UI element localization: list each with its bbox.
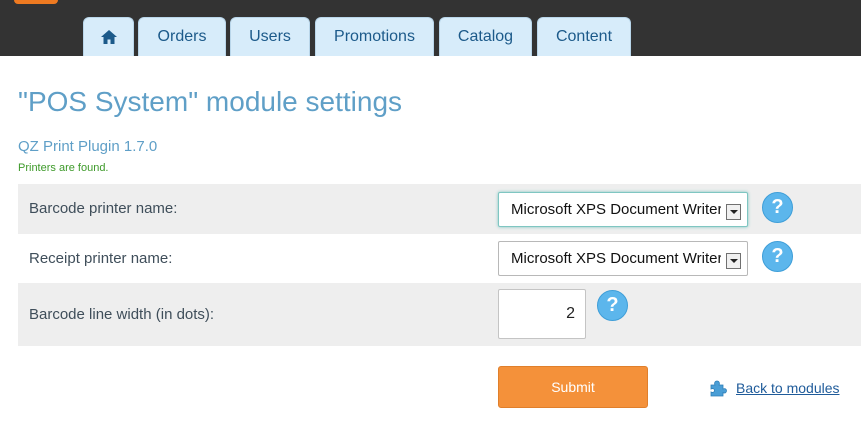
- receipt-printer-select[interactable]: Microsoft XPS Document Writer: [498, 241, 748, 276]
- back-link-label: Back to modules: [736, 380, 840, 396]
- barcode-printer-row: Barcode printer name: Microsoft XPS Docu…: [18, 184, 861, 234]
- tab-orders[interactable]: Orders: [138, 17, 226, 56]
- tab-label: Catalog: [457, 28, 514, 45]
- plugin-version: QZ Print Plugin 1.7.0: [18, 138, 158, 155]
- line-width-input[interactable]: 2: [498, 289, 586, 339]
- tab-label: Orders: [157, 28, 207, 45]
- help-icon[interactable]: ?: [597, 290, 628, 321]
- receipt-printer-label: Receipt printer name:: [29, 250, 173, 267]
- tab-promotions[interactable]: Promotions: [315, 17, 434, 56]
- tab-home[interactable]: [83, 17, 134, 56]
- home-icon: [100, 30, 117, 44]
- tab-label: Content: [555, 28, 613, 45]
- barcode-printer-select[interactable]: Microsoft XPS Document Writer: [498, 192, 748, 227]
- printer-status: Printers are found.: [18, 162, 109, 174]
- barcode-printer-label: Barcode printer name:: [29, 200, 178, 217]
- line-width-row: Barcode line width (in dots): 2 ?: [18, 283, 861, 346]
- tab-label: Promotions: [334, 28, 415, 45]
- submit-button[interactable]: Submit: [498, 366, 648, 408]
- puzzle-piece-icon: [710, 380, 727, 397]
- top-nav-bar: Orders Users Promotions Catalog Content: [0, 0, 861, 56]
- tab-catalog[interactable]: Catalog: [439, 17, 532, 56]
- help-icon[interactable]: ?: [762, 192, 793, 223]
- selected-value: Microsoft XPS Document Writer: [511, 250, 721, 267]
- receipt-printer-row: Receipt printer name: Microsoft XPS Docu…: [18, 234, 861, 283]
- selected-value: Microsoft XPS Document Writer: [511, 201, 721, 218]
- dropdown-arrow-icon[interactable]: [726, 204, 741, 220]
- page-title: "POS System" module settings: [18, 86, 403, 117]
- tab-content[interactable]: Content: [537, 17, 631, 56]
- dropdown-arrow-icon[interactable]: [726, 253, 741, 269]
- back-to-modules-link[interactable]: Back to modules: [708, 378, 840, 398]
- brand-logo[interactable]: [14, 0, 58, 4]
- tab-users[interactable]: Users: [230, 17, 310, 56]
- line-width-label: Barcode line width (in dots):: [29, 306, 215, 323]
- help-icon[interactable]: ?: [762, 241, 793, 272]
- tab-label: Users: [249, 28, 291, 45]
